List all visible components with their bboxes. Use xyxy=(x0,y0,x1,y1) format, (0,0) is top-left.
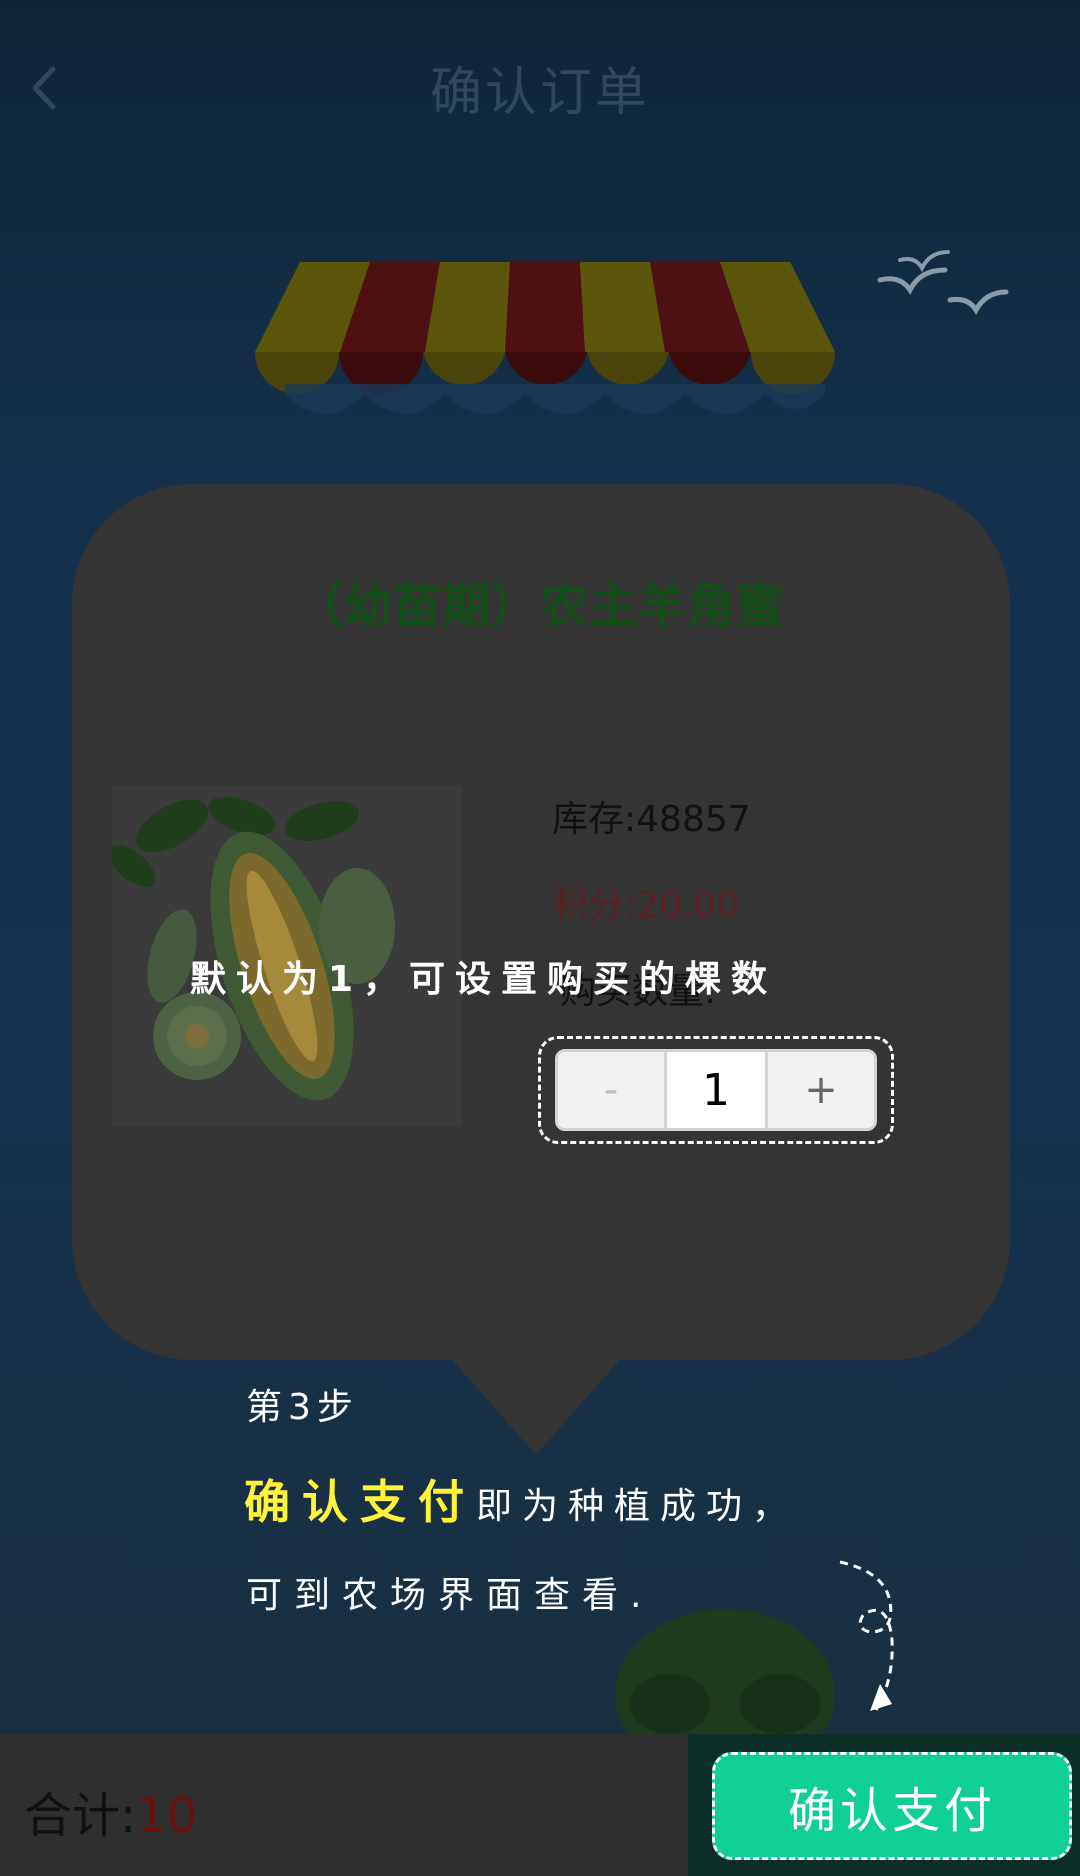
total-value: 10 xyxy=(136,1788,198,1844)
product-title: （幼苗期）农主羊角蜜 xyxy=(294,578,785,634)
guide-line-2: 可到农场界面查看. xyxy=(246,1575,654,1616)
awning-decoration xyxy=(255,262,835,414)
points-price: 积分:20.00 xyxy=(552,885,740,926)
total-label: 合计: xyxy=(24,1788,137,1844)
confirm-pay-button[interactable]: 确认支付 xyxy=(712,1752,1072,1860)
top-bar: 确认订单 xyxy=(0,0,1080,180)
stock-text: 库存:48857 xyxy=(552,799,751,840)
tree-decoration xyxy=(615,1609,835,1734)
guide-highlight: 确认支付 xyxy=(244,1475,476,1529)
decrease-button[interactable]: - xyxy=(558,1052,664,1128)
guide-step-label: 第3步 xyxy=(246,1387,359,1428)
quantity-stepper: - 1 + xyxy=(555,1049,877,1131)
quantity-hint: 默认为1，可设置购买的棵数 xyxy=(190,959,778,1000)
guide-line-1: 确认支付即为种植成功， xyxy=(244,1466,798,1532)
card-pointer xyxy=(448,1355,624,1455)
guide-line-1-rest: 即为种植成功， xyxy=(476,1486,799,1527)
increase-button[interactable]: + xyxy=(768,1052,874,1128)
order-total: 合计:10 xyxy=(24,1776,197,1846)
quantity-value[interactable]: 1 xyxy=(663,1052,769,1128)
curved-arrow-icon xyxy=(839,1560,894,1711)
quantity-stepper-highlight: - 1 + xyxy=(538,1036,894,1144)
page-title: 确认订单 xyxy=(429,63,650,123)
birds-decoration xyxy=(877,250,1009,315)
